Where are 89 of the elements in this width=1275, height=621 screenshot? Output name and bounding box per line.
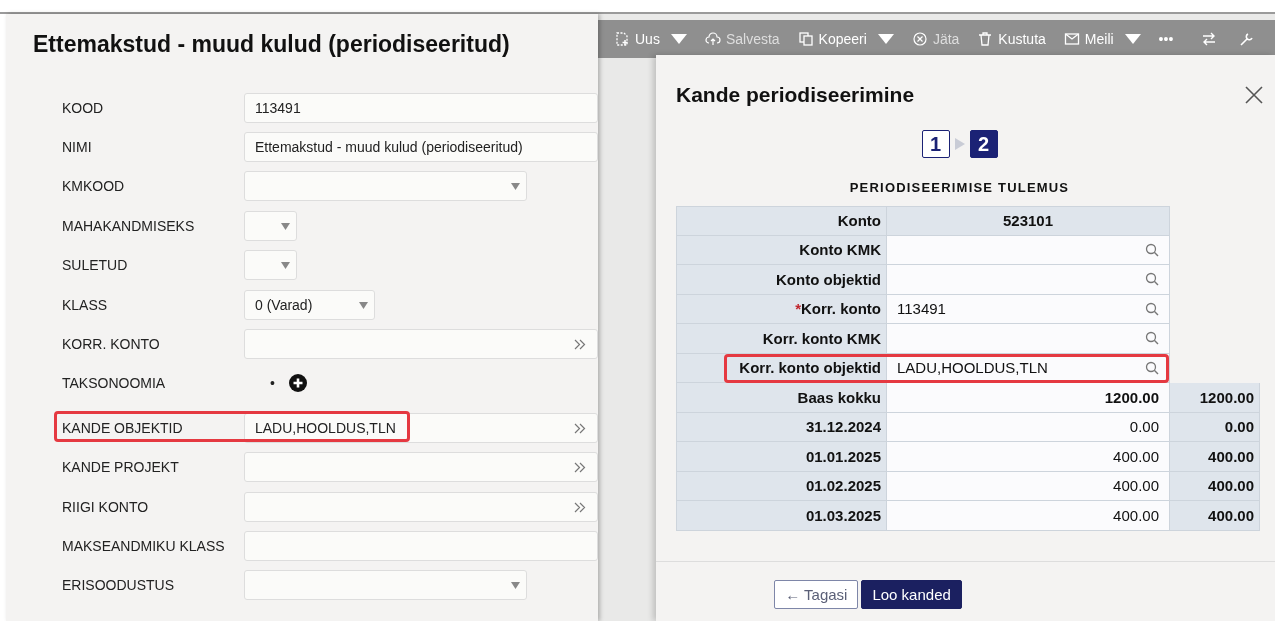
lookup-field[interactable] (244, 452, 598, 483)
field-label: ERISOODUSTUS (62, 577, 175, 594)
table-cell: 523101 (887, 206, 1170, 236)
search-icon (1145, 360, 1159, 375)
wrench-icon[interactable] (1239, 31, 1256, 47)
dropdown-field[interactable] (244, 171, 527, 202)
lookup-field[interactable] (887, 324, 1170, 354)
toolbar-button[interactable]: Uus (614, 31, 687, 47)
table-cell: 400.00 (887, 442, 1170, 472)
search-icon (1145, 331, 1159, 346)
lookup-field[interactable] (244, 329, 598, 360)
field-label: TAKSONOOMIA (62, 375, 167, 392)
toolbar-button[interactable]: ••• (1158, 31, 1174, 47)
cancel-circle-icon (911, 31, 928, 47)
table-cell: 1200.00 (1170, 383, 1260, 413)
lookup-field[interactable]: LADU,HOOLDUS,TLN (244, 412, 598, 443)
row-label: Korr. konto KMK (676, 324, 887, 354)
toolbar-button[interactable]: Kopeeri (797, 31, 894, 47)
add-circle-icon[interactable] (288, 374, 307, 393)
row-label: *Korr. konto (676, 294, 887, 324)
field-label: NIMI (62, 139, 93, 156)
row-label: Konto objektid (676, 265, 887, 295)
new-document-icon (614, 31, 630, 47)
input-field[interactable] (244, 531, 598, 561)
envelope-icon (1063, 31, 1080, 47)
dropdown-field[interactable] (244, 250, 297, 281)
row-label: Konto (676, 206, 887, 236)
field-label: KMKOOD (62, 178, 126, 195)
swap-arrows-icon[interactable] (1201, 31, 1218, 47)
field-label: KANDE OBJEKTID (62, 419, 184, 436)
create-entries-button[interactable]: Loo kanded (861, 580, 962, 609)
field-label: MAKSEANDMIKU KLASS (62, 538, 226, 554)
search-icon (1145, 242, 1159, 257)
search-icon (1145, 272, 1159, 287)
search-icon (1145, 301, 1159, 316)
field-label: KLASS (62, 296, 109, 313)
table-cell: 400.00 (887, 501, 1170, 531)
row-label: 01.03.2025 (676, 501, 887, 531)
table-cell: 400.00 (887, 471, 1170, 501)
field-label: RIIGI KONTO (62, 498, 150, 515)
table-cell: 400.00 (1170, 471, 1260, 501)
lookup-field[interactable]: 113491 (887, 294, 1170, 324)
double-chevron-icon (574, 501, 586, 513)
table-cell: 0.00 (1170, 412, 1260, 442)
page-title: Ettemakstud - muud kulud (periodiseeritud) (32, 30, 511, 59)
lookup-field[interactable] (887, 235, 1170, 265)
table-cell: 400.00 (1170, 442, 1260, 472)
dropdown-field[interactable] (244, 210, 297, 241)
row-label: Konto KMK (676, 235, 887, 265)
double-chevron-icon (574, 339, 586, 351)
double-chevron-icon (574, 422, 586, 434)
toolbar-button[interactable]: Meili (1063, 31, 1141, 47)
field-label: SULETUD (62, 257, 129, 274)
dropdown-caret-icon (281, 221, 290, 231)
double-chevron-icon (574, 462, 586, 474)
dropdown-caret-icon (511, 182, 520, 192)
dropdown-field[interactable]: 0 (Varad) (244, 289, 375, 320)
table-cell: 1200.00 (887, 383, 1170, 413)
bullet: • (270, 375, 275, 392)
lookup-field[interactable] (244, 491, 598, 522)
dropdown-field[interactable] (244, 570, 527, 601)
dropdown-caret-icon (359, 300, 368, 310)
row-label: 01.02.2025 (676, 471, 887, 501)
close-button[interactable] (1245, 86, 1263, 104)
field-label: KOOD (62, 99, 105, 116)
field-label: MAHAKANDMISEKS (62, 217, 196, 234)
input-field[interactable]: 113491 (244, 92, 598, 123)
table-cell: 400.00 (1170, 501, 1260, 531)
step-indicator: 2 (969, 130, 998, 158)
copy-icon (797, 31, 814, 47)
toolbar-button[interactable]: Kustuta (977, 31, 1046, 47)
step-indicator: 1 (921, 130, 950, 158)
dropdown-caret-icon (511, 581, 520, 591)
dialog-title: Kande periodiseerimine (676, 83, 915, 107)
input-field[interactable]: Ettemakstud - muud kulud (periodiseeritud) (244, 132, 598, 163)
section-heading: PERIODISEERIMISE TULEMUS (848, 180, 1071, 195)
row-label: 01.01.2025 (676, 442, 887, 472)
cloud-upload-icon (704, 31, 721, 47)
table-cell: 0.00 (887, 412, 1170, 442)
field-label: KORR. KONTO (62, 336, 161, 353)
lookup-field[interactable] (887, 265, 1170, 295)
step-arrow-icon (954, 138, 965, 150)
row-label: 31.12.2024 (676, 412, 887, 442)
close-icon (1245, 86, 1263, 104)
back-button[interactable]: ← Tagasi (774, 580, 859, 609)
dropdown-caret-icon (281, 261, 290, 271)
trash-icon (977, 31, 994, 47)
field-label: KANDE PROJEKT (62, 459, 180, 476)
row-label: Baas kokku (676, 383, 887, 413)
